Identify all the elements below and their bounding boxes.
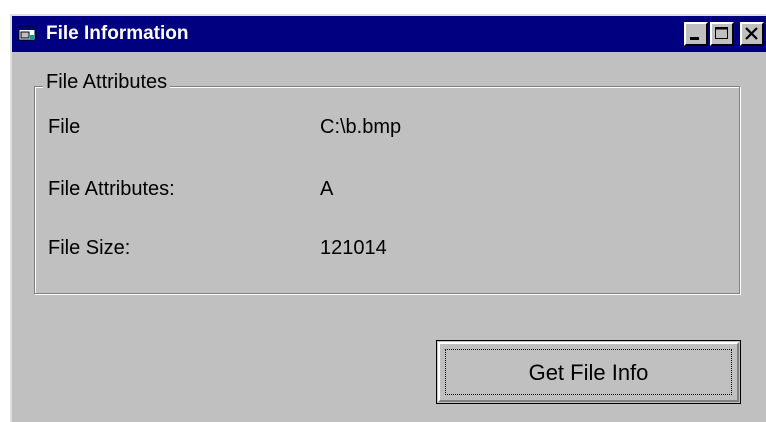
minimize-button[interactable]: [684, 22, 708, 46]
file-size-label: File Size:: [48, 237, 131, 259]
file-label: File: [48, 116, 81, 138]
file-attributes-value: A: [320, 178, 334, 200]
window-title: File Information: [46, 23, 189, 44]
app-window-icon[interactable]: [18, 26, 36, 42]
file-value: C:\b.bmp: [320, 116, 402, 138]
get-file-info-label: Get File Info: [528, 360, 649, 385]
minimize-icon: [690, 37, 699, 40]
get-file-info-button[interactable]: Get File Info: [436, 340, 741, 404]
maximize-button[interactable]: [710, 22, 734, 46]
file-information-window: File Information File Attributes File C:…: [10, 14, 766, 422]
maximize-icon: [715, 27, 728, 39]
file-size-value: 121014: [320, 237, 387, 259]
close-button[interactable]: [740, 22, 764, 46]
file-attributes-label: File Attributes:: [48, 178, 175, 200]
groupbox-legend: File Attributes: [43, 71, 171, 94]
title-bar[interactable]: File Information: [12, 16, 766, 52]
close-icon: [745, 27, 758, 40]
